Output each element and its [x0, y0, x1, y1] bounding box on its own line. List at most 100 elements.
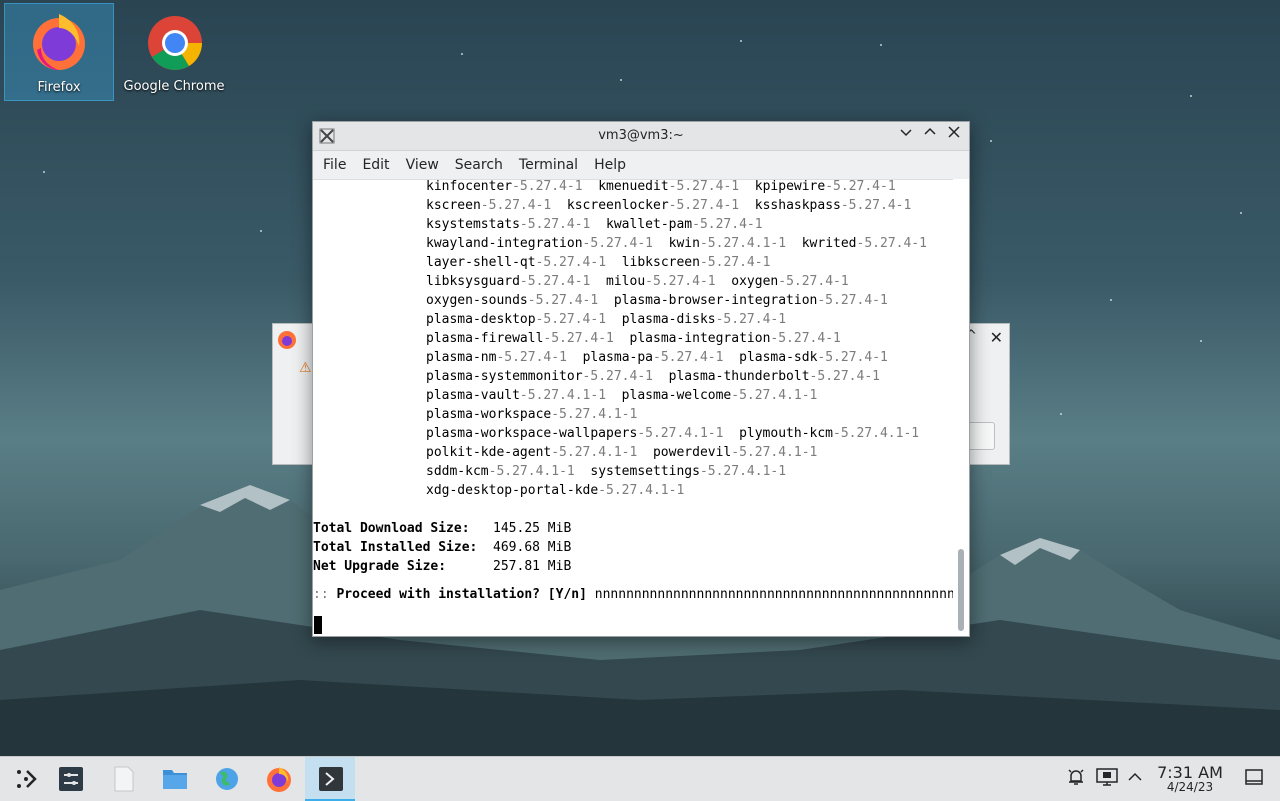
title-bar[interactable]: vm3@vm3:~ — [313, 122, 969, 151]
display-configuration-icon[interactable] — [1096, 767, 1118, 791]
package-version: -5.27.4.1-1 — [833, 426, 920, 441]
package-version: -5.27.4-1 — [699, 255, 771, 270]
package-name: plasma-desktop — [426, 312, 536, 327]
package-name: plasma-nm — [426, 350, 497, 365]
window-title: vm3@vm3:~ — [598, 128, 684, 143]
package-name: xdg-desktop-portal-kde — [426, 483, 599, 498]
taskbar-firefox[interactable] — [253, 757, 303, 801]
package-line: oxygen-sounds-5.27.4-1 plasma-browser-in… — [426, 293, 888, 312]
package-name: plasma-disks — [621, 312, 716, 327]
package-name: layer-shell-qt — [426, 255, 536, 270]
package-version: -5.27.4-1 — [840, 198, 912, 213]
scrollbar[interactable] — [953, 179, 969, 636]
notifications-icon[interactable] — [1066, 767, 1086, 791]
maximize-button[interactable] — [921, 126, 939, 144]
desktop-icon-label: Google Chrome — [123, 79, 225, 94]
package-name: oxygen-sounds — [426, 293, 528, 308]
close-button[interactable] — [945, 126, 963, 144]
package-name: kwallet-pam — [606, 217, 693, 232]
package-name: kpipewire — [754, 179, 826, 194]
package-line: plasma-workspace-wallpapers -5.27.4.1-1 p… — [426, 426, 919, 445]
summary-value: 469.68 MiB — [493, 540, 572, 555]
taskbar — [0, 756, 1280, 801]
menu-terminal[interactable]: Terminal — [511, 157, 586, 173]
taskbar-file-manager[interactable] — [149, 757, 199, 801]
install-prompt-line: :: Proceed with installation? [Y/n] nnnn… — [313, 587, 953, 606]
menu-file[interactable]: File — [315, 157, 354, 173]
package-version: -5.27.4.1-1 — [699, 236, 787, 251]
pager-icon — [59, 767, 83, 791]
package-version: -5.27.4-1 — [535, 312, 607, 327]
show-hidden-icons-icon[interactable] — [1127, 767, 1143, 791]
terminal-icon — [319, 767, 343, 791]
menu-bar: File Edit View Search Terminal Help — [313, 151, 969, 180]
firefox-icon — [278, 331, 296, 349]
package-version: -5.27.4-1 — [582, 369, 653, 384]
menu-edit[interactable]: Edit — [354, 157, 397, 173]
minimize-button[interactable] — [897, 126, 915, 144]
package-line: plasma-desktop-5.27.4-1 plasma-disks-5.2… — [426, 312, 786, 331]
package-name: libksysguard — [426, 274, 520, 289]
terminal-window[interactable]: vm3@vm3:~ File Edit View Search Terminal… — [312, 121, 970, 637]
package-name: sddm-kcm — [426, 464, 489, 479]
package-line: plasma-systemmonitor-5.27.4-1 plasma-thu… — [426, 369, 880, 388]
desktop-icon-firefox[interactable]: Firefox — [4, 3, 114, 101]
taskbar-terminal[interactable] — [305, 757, 355, 801]
package-name: kmenuedit — [598, 179, 669, 194]
file-manager-icon — [163, 770, 187, 789]
scrollbar-thumb[interactable] — [958, 549, 964, 631]
package-name: plasma-vault — [426, 388, 520, 403]
package-name: plasma-sdk — [739, 350, 818, 365]
menu-view[interactable]: View — [398, 157, 447, 173]
text-editor-icon — [114, 766, 134, 792]
package-version: -5.27.4-1 — [715, 312, 787, 327]
package-version: -5.27.4-1 — [645, 274, 716, 289]
package-name: plasma-thunderbolt — [668, 369, 810, 384]
package-version: -5.27.4-1 — [668, 179, 740, 194]
package-version: -5.27.4-1 — [519, 217, 591, 232]
menu-search[interactable]: Search — [447, 157, 511, 173]
close-icon[interactable]: ✕ — [990, 328, 1003, 347]
firefox-icon — [267, 767, 291, 792]
package-version: -5.27.4-1 — [809, 369, 880, 384]
clock-date[interactable]: 4/24/23 — [1150, 780, 1230, 794]
package-line: ksystemstats-5.27.4-1 kwallet-pam-5.27.4… — [426, 217, 763, 236]
package-line: xdg-desktop-portal-kde-5.27.4.1-1 — [426, 483, 684, 502]
application-launcher-icon — [17, 770, 37, 788]
taskbar-web-browser[interactable] — [201, 757, 251, 801]
package-version: -5.27.4-1 — [512, 179, 583, 194]
package-line: plasma-vault-5.27.4.1-1 plasma-welcome-5… — [426, 388, 817, 407]
desktop-icon-google-chrome[interactable]: Google Chrome — [120, 3, 228, 99]
application-launcher[interactable] — [0, 757, 50, 801]
package-version: -5.27.4-1 — [778, 274, 849, 289]
package-version: -5.27.4.1-1 — [551, 407, 638, 422]
package-version: -5.27.4-1 — [527, 293, 599, 308]
summary-line: Total Download Size: 145.25 MiB — [313, 521, 571, 540]
package-line: kscreen-5.27.4-1 kscreenlocker-5.27.4-1 … — [426, 198, 911, 217]
package-name: powerdevil — [652, 445, 732, 460]
summary-label: Net Upgrade Size: — [313, 559, 494, 574]
menu-help[interactable]: Help — [586, 157, 634, 173]
package-name: plasma-workspace-wallpapers — [426, 426, 638, 441]
typed-input: nnnnnnnnnnnnnnnnnnnnnnnnnnnnnnnnnnnnnnnn… — [594, 587, 953, 602]
package-version: -5.27.4.1-1 — [488, 464, 575, 479]
package-name: plasma-integration — [629, 331, 771, 346]
package-name: kwrited — [801, 236, 857, 251]
taskbar-pager[interactable] — [45, 757, 95, 801]
terminal-output[interactable]: :: Proceed with installation? [Y/n] nnnn… — [313, 179, 953, 636]
package-name: plasma-systemmonitor — [426, 369, 583, 384]
show-desktop-icon[interactable] — [1244, 767, 1264, 791]
warning-icon: ⚠ — [299, 360, 312, 376]
desktop-icon-label: Firefox — [37, 80, 81, 95]
package-name: plasma-browser-integration — [613, 293, 818, 308]
package-name: plasma-workspace — [426, 407, 552, 422]
package-name: kinfocenter — [426, 179, 513, 194]
package-name: libkscreen — [621, 255, 700, 270]
taskbar-text-editor[interactable] — [97, 757, 147, 801]
package-line: plasma-nm-5.27.4-1 plasma-pa-5.27.4-1 pl… — [426, 350, 888, 369]
firefox-icon — [33, 14, 85, 70]
package-name: kwin — [668, 236, 700, 251]
package-line: kwayland-integration-5.27.4-1 kwin-5.27.… — [426, 236, 927, 255]
package-version: -5.27.4.1-1 — [598, 483, 685, 498]
package-name: plymouth-kcm — [739, 426, 833, 441]
